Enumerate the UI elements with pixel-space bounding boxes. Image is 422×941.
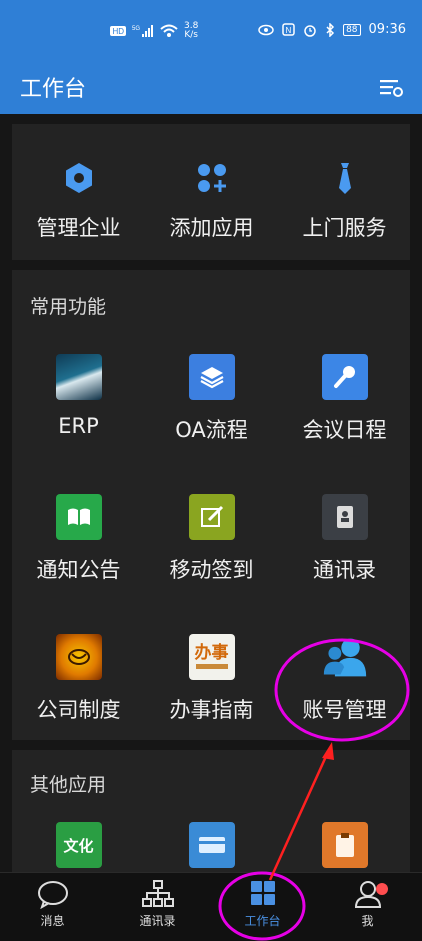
- grid-icon: [250, 881, 275, 905]
- company-policy-icon: [55, 634, 102, 680]
- tab-messages[interactable]: 消息: [0, 879, 105, 929]
- hd-icon: HD: [110, 26, 126, 36]
- network-speed: 3.8 K/s: [184, 22, 198, 40]
- contacts-icon: [321, 494, 368, 540]
- contacts-app[interactable]: 通讯录: [278, 494, 411, 584]
- culture-icon-text: 文化: [63, 836, 94, 855]
- mobile-checkin-label: 移动签到: [169, 558, 254, 582]
- edit-icon: [188, 494, 235, 540]
- erp-logo-icon: [55, 354, 102, 400]
- org-chart-icon: [141, 880, 174, 907]
- tab-contacts[interactable]: 通讯录: [105, 879, 210, 929]
- battery-level: 88: [343, 23, 361, 36]
- erp-label: ERP: [58, 414, 99, 438]
- meeting-schedule-app[interactable]: 会议日程: [278, 354, 411, 444]
- meeting-schedule-label: 会议日程: [302, 418, 387, 442]
- onsite-service-button[interactable]: 上门服务: [278, 158, 411, 242]
- bottom-tab-bar: 消息 通讯录 工作台 我: [0, 872, 422, 941]
- wifi-icon: [160, 24, 178, 37]
- culture-icon: 文化: [55, 822, 102, 868]
- account-management-app[interactable]: 账号管理: [278, 634, 411, 724]
- eye-icon: [258, 24, 274, 35]
- card-icon: [188, 822, 235, 868]
- guide-icon-text: 办事: [194, 643, 229, 663]
- app-bar: 工作台: [0, 62, 422, 114]
- tab-messages-label: 消息: [40, 914, 65, 928]
- page-title: 工作台: [20, 77, 87, 102]
- service-guide-app[interactable]: 办事 办事指南: [145, 634, 278, 724]
- company-policy-app[interactable]: 公司制度: [12, 634, 145, 724]
- other-apps-title: 其他应用: [30, 774, 107, 796]
- tie-icon: [325, 158, 365, 198]
- account-icon: [322, 634, 368, 680]
- common-functions-title: 常用功能: [30, 296, 107, 318]
- add-app-button[interactable]: 添加应用: [145, 158, 278, 242]
- service-guide-label: 办事指南: [169, 698, 254, 722]
- chat-icon: [37, 881, 68, 909]
- culture-app[interactable]: 文化: [12, 822, 145, 868]
- settings-filter-icon[interactable]: [378, 74, 406, 102]
- signal-icon: 5G: [132, 25, 153, 37]
- add-app-icon: [192, 158, 232, 198]
- clipboard-icon: [321, 822, 368, 868]
- svg-text:5G: 5G: [132, 26, 140, 32]
- account-management-label: 账号管理: [302, 698, 387, 722]
- microphone-icon: [321, 354, 368, 400]
- bluetooth-icon: [326, 22, 335, 37]
- tab-workbench[interactable]: 工作台: [210, 879, 315, 929]
- notification-badge: [376, 883, 388, 895]
- oa-workflow-label: OA流程: [175, 418, 248, 442]
- layers-icon: [188, 354, 235, 400]
- status-bar: HD 5G 3.8 K/s N 88 09:36: [0, 0, 422, 62]
- clock: 09:36: [368, 22, 406, 37]
- network-speed-unit: K/s: [184, 30, 198, 40]
- onsite-service-label: 上门服务: [302, 216, 387, 240]
- svg-text:N: N: [286, 26, 292, 35]
- oa-workflow-app[interactable]: OA流程: [145, 354, 278, 444]
- add-app-label: 添加应用: [169, 216, 254, 240]
- card-app[interactable]: [145, 822, 278, 868]
- status-right: N 88 09:36: [258, 22, 406, 37]
- notice-label: 通知公告: [36, 558, 121, 582]
- tab-contacts-label: 通讯录: [139, 914, 176, 928]
- tab-me[interactable]: 我: [315, 879, 420, 929]
- guide-icon: 办事: [188, 634, 235, 680]
- common-functions-panel: 常用功能 ERP OA流程 会议日程 通知公告 移动签到 通讯录 公司制度 办事…: [12, 270, 410, 740]
- manage-enterprise-label: 管理企业: [36, 216, 121, 240]
- other-apps-panel: 其他应用 文化: [12, 750, 410, 872]
- mobile-checkin-app[interactable]: 移动签到: [145, 494, 278, 584]
- status-left: HD 5G 3.8 K/s: [110, 22, 198, 40]
- clipboard-app[interactable]: [278, 822, 411, 868]
- contacts-label: 通讯录: [313, 558, 376, 582]
- tab-workbench-label: 工作台: [244, 914, 281, 928]
- quick-actions-panel: 管理企业 添加应用 上门服务: [12, 124, 410, 260]
- book-icon: [55, 494, 102, 540]
- alarm-icon: [304, 24, 316, 37]
- notice-app[interactable]: 通知公告: [12, 494, 145, 584]
- nfc-icon: N: [282, 23, 295, 36]
- hexagon-icon: [59, 158, 99, 198]
- manage-enterprise-button[interactable]: 管理企业: [12, 158, 145, 242]
- company-policy-label: 公司制度: [36, 698, 121, 722]
- erp-app[interactable]: ERP: [12, 354, 145, 438]
- tab-me-label: 我: [361, 914, 374, 928]
- svg-text:HD: HD: [113, 27, 125, 36]
- workbench-content[interactable]: 管理企业 添加应用 上门服务 常用功能 ERP OA流程 会议日程 通知公告 移…: [0, 114, 422, 872]
